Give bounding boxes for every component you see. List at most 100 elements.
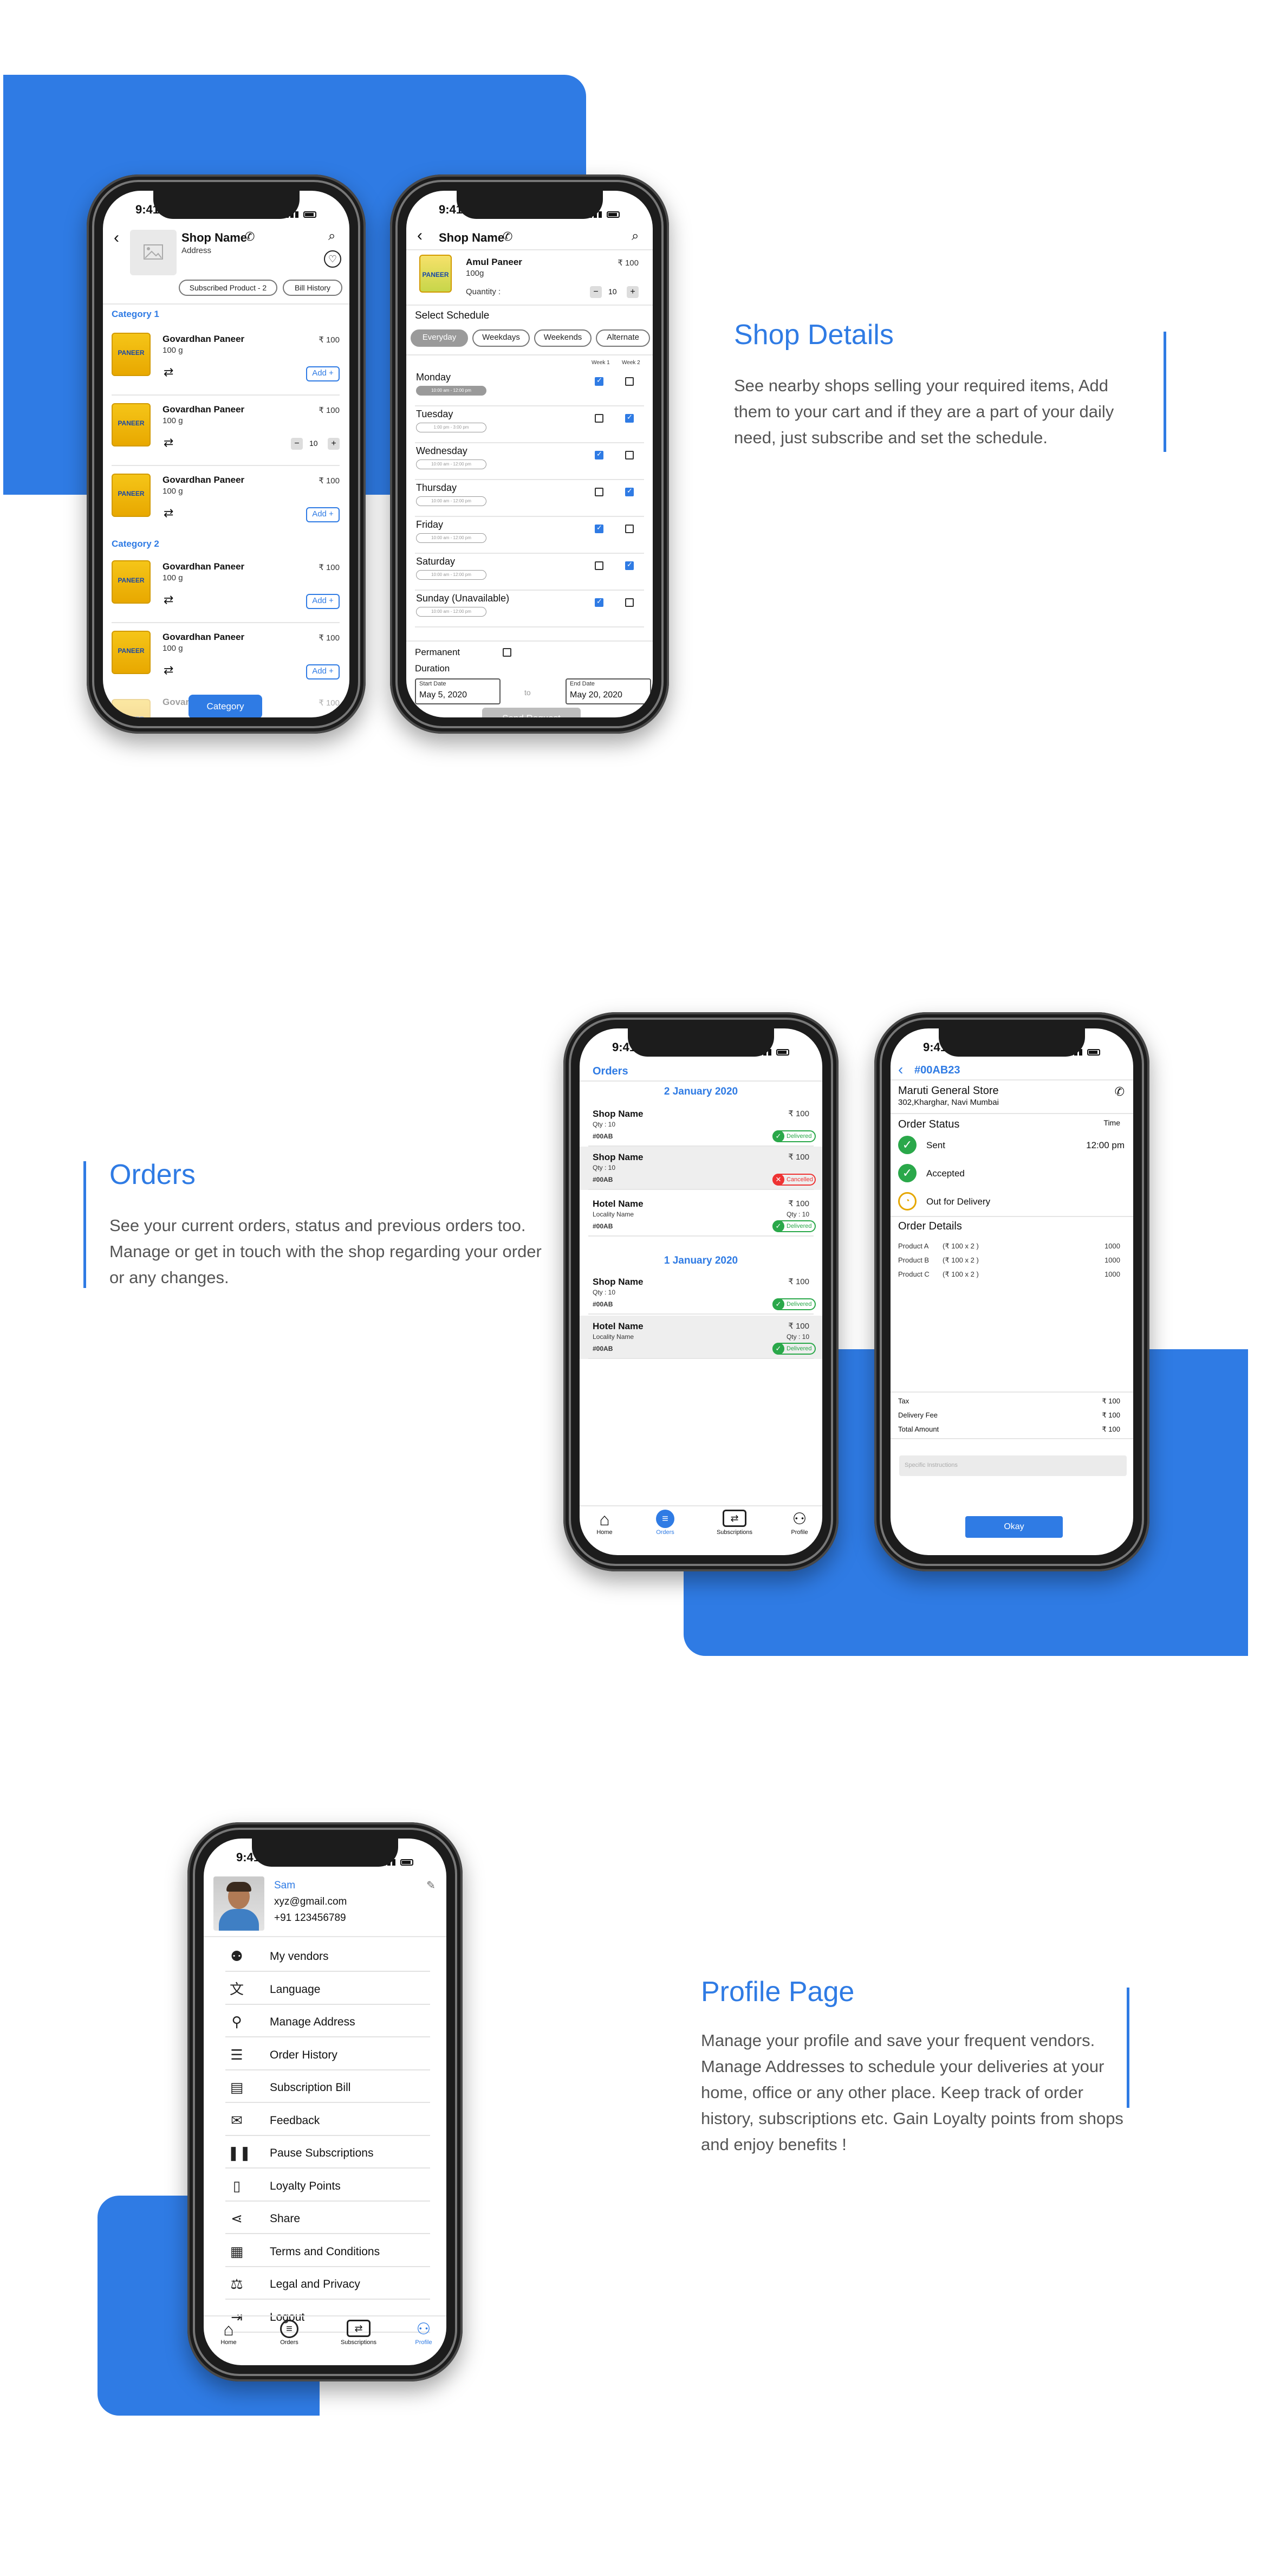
instructions-field[interactable]: Specific Instructions	[899, 1455, 1127, 1476]
search-icon[interactable]: ⌕	[632, 229, 639, 244]
nav-orders[interactable]: ≡ Orders	[649, 1510, 681, 1536]
okay-button[interactable]: Okay	[965, 1516, 1063, 1538]
profile-menu-item[interactable]: ❚❚ Pause Subscriptions	[225, 2136, 430, 2169]
week2-checkbox[interactable]	[625, 560, 634, 570]
back-icon[interactable]: ‹	[898, 1061, 903, 1078]
phone-icon[interactable]: ✆	[245, 230, 255, 244]
bill-history-chip[interactable]: Bill History	[283, 280, 342, 296]
order-row[interactable]: Shop Name Qty : 10 #00AB ₹ 100 Cancelled	[580, 1147, 822, 1190]
subscribe-repeat-icon[interactable]: ⇄	[164, 593, 173, 607]
subscribe-repeat-icon[interactable]: ⇄	[164, 663, 173, 677]
plus-icon[interactable]: +	[627, 286, 639, 298]
order-row[interactable]: Shop Name Qty : 10 #00AB ₹ 100 Delivered	[580, 1271, 822, 1315]
profile-phone: +91 123456789	[274, 1912, 346, 1924]
profile-menu-item[interactable]: ▦ Terms and Conditions	[225, 2235, 430, 2267]
category-button[interactable]: Category	[189, 695, 262, 717]
nav-home[interactable]: ⌂ Home	[588, 1510, 621, 1536]
subscribe-repeat-icon[interactable]: ⇄	[164, 365, 173, 379]
week1-checkbox[interactable]	[595, 597, 603, 607]
add-button[interactable]: Add +	[306, 366, 340, 381]
time-slot-chip[interactable]: 10:00 am - 12:00 pm	[416, 459, 486, 469]
permanent-checkbox[interactable]	[503, 648, 511, 657]
plus-icon[interactable]: +	[328, 438, 340, 450]
minus-icon[interactable]: −	[590, 286, 602, 298]
week2-checkbox[interactable]	[625, 451, 634, 459]
phone-icon[interactable]: ✆	[503, 230, 512, 244]
order-row[interactable]: Hotel Name Locality Name #00AB ₹ 100 Qty…	[580, 1316, 822, 1359]
profile-menu-item[interactable]: ▯ Loyalty Points	[225, 2169, 430, 2202]
nav-subscriptions[interactable]: ⇄ Subscriptions	[707, 1510, 762, 1536]
order-id: #00AB	[593, 1132, 613, 1140]
profile-menu-item[interactable]: ☰ Order History	[225, 2038, 430, 2070]
week2-checkbox[interactable]	[625, 413, 634, 423]
orders-title: Orders	[593, 1065, 628, 1077]
nav-subscriptions[interactable]: ⇄ Subscriptions	[332, 2320, 386, 2346]
nav-orders[interactable]: ≡ Orders	[273, 2320, 306, 2346]
start-date-field[interactable]: Start Date May 5, 2020	[415, 678, 501, 704]
week1-checkbox[interactable]	[595, 488, 603, 496]
status-check-icon: ✓	[898, 1164, 917, 1182]
time-slot-chip[interactable]: 10:00 am - 12:00 pm	[416, 607, 486, 617]
legal-icon: ⚖	[230, 2276, 243, 2292]
time-slot-chip[interactable]: 10:00 am - 12:00 pm	[416, 496, 486, 506]
time-slot-chip[interactable]: 10:00 am - 12:00 pm	[416, 386, 486, 396]
nav-profile[interactable]: ⚇ Profile	[783, 1510, 816, 1536]
time-slot-chip[interactable]: 1:00 pm - 3:00 pm	[416, 423, 486, 432]
subscribe-repeat-icon[interactable]: ⇄	[164, 506, 173, 520]
subscribed-products-chip[interactable]: Subscribed Product - 2	[179, 280, 277, 296]
week1-checkbox[interactable]	[595, 523, 603, 533]
tab-weekdays[interactable]: Weekdays	[472, 329, 530, 347]
subscribe-repeat-icon[interactable]: ⇄	[164, 436, 173, 450]
week1-checkbox[interactable]	[595, 561, 603, 570]
time-slot-chip[interactable]: 10:00 am - 12:00 pm	[416, 570, 486, 580]
nav-profile[interactable]: ⚇ Profile	[407, 2320, 440, 2346]
week2-checkbox[interactable]	[625, 598, 634, 607]
tab-weekends[interactable]: Weekends	[534, 329, 592, 347]
order-id: #00AB	[593, 1345, 613, 1352]
order-row[interactable]: Shop Name Qty : 10 #00AB ₹ 100 Delivered	[580, 1103, 822, 1147]
week1-checkbox[interactable]	[595, 414, 603, 423]
favorite-heart-icon[interactable]: ♡	[324, 250, 341, 268]
search-icon[interactable]: ⌕	[328, 229, 335, 244]
profile-menu-item[interactable]: ✉ Feedback	[225, 2103, 430, 2136]
edit-pencil-icon[interactable]: ✎	[426, 1879, 436, 1892]
minus-icon[interactable]: −	[291, 438, 303, 450]
end-date-field[interactable]: End Date May 20, 2020	[566, 678, 651, 704]
order-sub: Locality Name	[593, 1333, 634, 1341]
week1-checkbox[interactable]	[595, 450, 603, 459]
week2-checkbox[interactable]	[625, 377, 634, 386]
profile-menu-item[interactable]: ⚲ Manage Address	[225, 2005, 430, 2037]
send-request-button[interactable]: Send Request	[482, 708, 581, 717]
add-button[interactable]: Add +	[306, 507, 340, 522]
tax-value: ₹ 100	[1102, 1397, 1120, 1405]
tab-everyday[interactable]: Everyday	[411, 329, 468, 347]
profile-menu-item[interactable]: ⋖ Share	[225, 2202, 430, 2234]
time-slot-chip[interactable]: 10:00 am - 12:00 pm	[416, 533, 486, 543]
tab-alternate[interactable]: Alternate	[596, 329, 650, 347]
add-button[interactable]: Add +	[306, 594, 340, 609]
week1-checkbox[interactable]	[595, 376, 603, 386]
quantity-stepper[interactable]: − 10 +	[291, 438, 340, 451]
profile-menu-item[interactable]: ▤ Subscription Bill	[225, 2070, 430, 2103]
profile-menu-item[interactable]: 文 Language	[225, 1972, 430, 2005]
product-row: Govardhan Paneer 100 g ₹ 100 ⇄ Add +	[103, 553, 349, 623]
share-icon: ⋖	[231, 2210, 243, 2227]
back-icon[interactable]: ‹	[417, 226, 423, 245]
week2-checkbox[interactable]	[625, 525, 634, 533]
profile-menu-item[interactable]: ⚖ Legal and Privacy	[225, 2267, 430, 2300]
nav-home[interactable]: ⌂ Home	[212, 2320, 245, 2346]
product-price: ₹ 100	[618, 258, 639, 268]
week2-checkbox[interactable]	[625, 487, 634, 496]
quantity-stepper[interactable]: − 10 +	[590, 286, 639, 299]
order-row[interactable]: Hotel Name Locality Name #00AB ₹ 100 Qty…	[580, 1193, 822, 1237]
phone-orders: 9:41 Orders 2 January 2020 Shop Name Qty…	[563, 1012, 839, 1571]
phone-icon[interactable]: ✆	[1115, 1085, 1125, 1099]
order-qty: Qty : 10	[786, 1211, 809, 1218]
day-row: Friday 10:00 am - 12:00 pm	[406, 517, 653, 554]
order-line: Product A (₹ 100 x 2 ) 1000	[891, 1240, 1133, 1253]
profile-menu-item[interactable]: ⚉ My vendors	[225, 1939, 430, 1972]
day-name: Tuesday	[416, 409, 453, 419]
add-button[interactable]: Add +	[306, 664, 340, 679]
order-sub: Qty : 10	[593, 1121, 616, 1128]
back-icon[interactable]: ‹	[114, 229, 119, 247]
